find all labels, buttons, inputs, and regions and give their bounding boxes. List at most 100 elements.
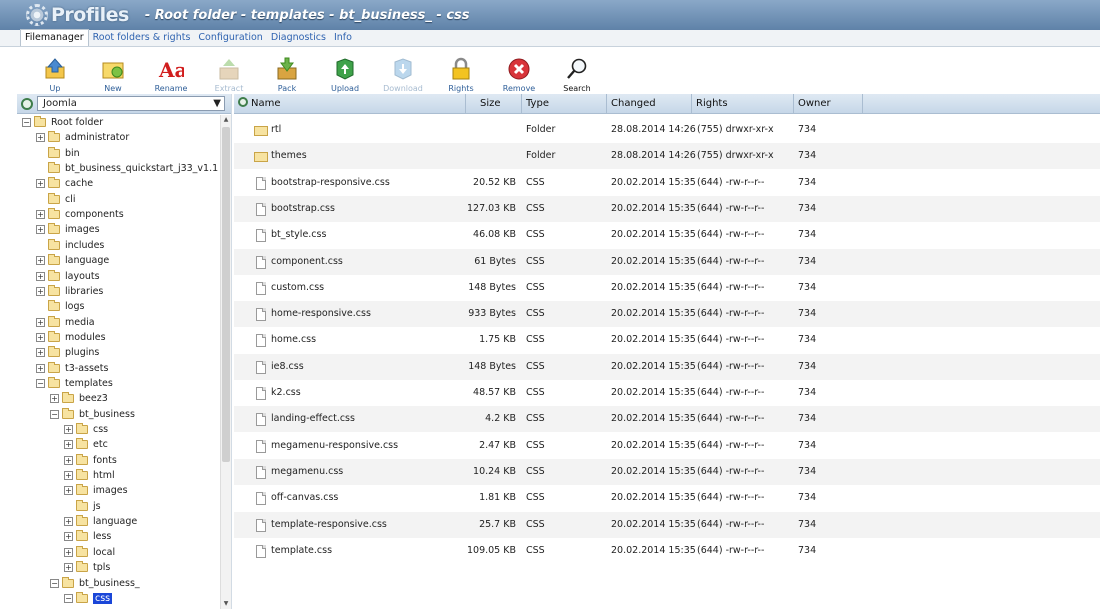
expand-icon[interactable]: + [36, 348, 45, 358]
rights-button[interactable]: Rights [432, 49, 490, 93]
collapse-icon[interactable]: − [36, 378, 45, 388]
expand-icon[interactable]: + [50, 394, 59, 404]
tree-node[interactable]: + administrator [36, 130, 129, 145]
column-header-rights[interactable]: Rights [692, 94, 794, 114]
column-header-name[interactable]: Name [234, 94, 466, 114]
table-row[interactable]: bootstrap.css 127.03 KB CSS 20.02.2014 15:3… [234, 195, 1100, 222]
tree-node[interactable]: + media [36, 315, 95, 330]
tree-node[interactable]: bin [36, 146, 80, 161]
root-select[interactable]: Joomla ▼ [37, 96, 225, 111]
tree-node[interactable]: + layouts [36, 269, 100, 284]
tree-node[interactable]: + modules [36, 330, 106, 345]
tree-node[interactable]: − templates [36, 376, 113, 391]
pack-button[interactable]: Pack [258, 49, 316, 93]
tree-node[interactable]: − bt_business_ [50, 576, 140, 591]
table-row[interactable]: bt_style.css 46.08 KB CSS 20.02.2014 15:35(… [234, 222, 1100, 248]
expand-icon[interactable]: + [64, 471, 73, 481]
tree-scrollbar[interactable]: ▲ ▼ [220, 115, 231, 609]
tree-node[interactable]: logs [36, 299, 84, 314]
table-row[interactable]: rtl Folder 28.08.2014 14:26 (755) drwxr-xr-… [234, 117, 1100, 143]
expand-icon[interactable]: + [64, 517, 73, 527]
expand-icon[interactable]: + [64, 563, 73, 573]
tree-node[interactable]: + images [64, 483, 128, 498]
tree-node[interactable]: + libraries [36, 284, 103, 299]
expand-icon[interactable]: + [64, 486, 73, 496]
column-header-type[interactable]: Type [522, 94, 607, 114]
tree-node[interactable]: − bt_business [50, 407, 135, 422]
tree-node[interactable]: includes [36, 238, 104, 253]
up-button[interactable]: Up [26, 49, 84, 93]
tree-node[interactable]: + components [36, 207, 124, 222]
table-row[interactable]: home-responsive.css 933 Bytes CSS 20.02.201… [234, 301, 1100, 328]
tab-info[interactable]: Info [330, 30, 356, 46]
expand-icon[interactable]: + [36, 332, 45, 342]
refresh-icon[interactable] [238, 97, 248, 107]
tree-node[interactable]: bt_business_quickstart_j33_v1.1 [36, 161, 218, 176]
collapse-icon[interactable]: − [50, 578, 59, 588]
scroll-down-icon[interactable]: ▼ [222, 600, 230, 608]
tree-node[interactable]: + tpls [64, 560, 110, 575]
expand-icon[interactable]: + [36, 256, 45, 266]
expand-icon[interactable]: + [64, 425, 73, 434]
tree-node[interactable]: + cache [36, 176, 93, 191]
expand-icon[interactable]: + [64, 455, 73, 465]
column-header-owner[interactable]: Owner [794, 94, 863, 114]
table-row[interactable]: themes Folder 28.08.2014 14:26 (755) drwxr-… [234, 143, 1100, 170]
download-button[interactable]: Download [374, 49, 432, 93]
search-button[interactable]: Search [548, 49, 606, 93]
refresh-icon[interactable] [21, 97, 33, 110]
tree-node[interactable]: + language [36, 253, 109, 268]
table-row[interactable]: landing-effect.css 4.2 KB CSS 20.02.2014 15… [234, 406, 1100, 433]
tab-configuration[interactable]: Configuration [194, 30, 266, 46]
tree-node[interactable]: + css [64, 422, 108, 437]
tab-root-folders-rights[interactable]: Root folders & rights [89, 30, 195, 46]
table-row[interactable]: off-canvas.css 1.81 KB CSS 20.02.2014 15:35… [234, 485, 1100, 511]
new-folder-button[interactable]: New [84, 49, 142, 93]
scroll-up-icon[interactable]: ▲ [222, 116, 230, 124]
tree-node[interactable]: + html [64, 468, 115, 483]
table-row[interactable]: ie8.css 148 Bytes CSS 20.02.2014 15:35 (644)… [234, 353, 1100, 380]
table-row[interactable]: megamenu.css 10.24 KB CSS 20.02.2014 15:35(… [234, 458, 1100, 485]
tree-node[interactable]: + t3-assets [36, 361, 108, 376]
expand-icon[interactable]: + [36, 179, 45, 189]
tree-node[interactable]: + images [36, 222, 100, 237]
upload-button[interactable]: Upload [316, 49, 374, 93]
tree-node[interactable]: + language [64, 514, 137, 529]
tree-node[interactable]: − Root folder [22, 115, 103, 130]
expand-icon[interactable]: + [36, 317, 45, 327]
table-row[interactable]: bootstrap-responsive.css 20.52 KB CSS 20.02… [234, 170, 1100, 196]
column-header-changed[interactable]: Changed [607, 94, 692, 114]
tab-filemanager[interactable]: Filemanager [20, 29, 89, 46]
table-row[interactable]: template-responsive.css 25.7 KB CSS 20.02.2… [234, 511, 1100, 538]
expand-icon[interactable]: + [36, 286, 45, 296]
expand-icon[interactable]: + [36, 271, 45, 281]
collapse-icon[interactable]: − [64, 593, 73, 603]
table-row[interactable]: k2.css 48.57 KB CSS 20.02.2014 15:35 (644) -… [234, 380, 1100, 406]
tree-node[interactable]: + less [64, 529, 111, 544]
tree-node[interactable]: − css [64, 591, 113, 606]
table-row[interactable]: custom.css 148 Bytes CSS 20.02.2014 15:35 (6… [234, 275, 1100, 301]
extract-button[interactable]: Extract [200, 49, 258, 93]
tree-node[interactable]: + beez3 [50, 391, 108, 406]
scroll-thumb[interactable] [222, 127, 230, 462]
tree-node[interactable]: + plugins [36, 345, 99, 360]
column-header-size[interactable]: Size [466, 94, 522, 114]
expand-icon[interactable]: + [36, 363, 45, 373]
remove-button[interactable]: Remove [490, 49, 548, 93]
table-row[interactable]: megamenu-responsive.css 2.47 KB CSS 20.02.2… [234, 433, 1100, 459]
tree-node[interactable]: js [64, 499, 101, 514]
table-row[interactable]: home.css 1.75 KB CSS 20.02.2014 15:35 (644) … [234, 327, 1100, 353]
tree-node[interactable]: cli [36, 192, 76, 207]
tree-node[interactable]: + etc [64, 437, 108, 452]
tab-diagnostics[interactable]: Diagnostics [267, 30, 330, 46]
tree-node[interactable]: + local [64, 545, 115, 560]
tree-node[interactable]: + fonts [64, 453, 117, 468]
table-row[interactable]: template.css 109.05 KB CSS 20.02.2014 15:35… [234, 538, 1100, 564]
expand-icon[interactable]: + [36, 225, 45, 235]
rename-button[interactable]: Aa Rename [142, 49, 200, 93]
collapse-icon[interactable]: − [22, 118, 31, 127]
expand-icon[interactable]: + [36, 210, 45, 220]
expand-icon[interactable]: + [64, 532, 73, 542]
expand-icon[interactable]: + [64, 547, 73, 557]
expand-icon[interactable]: + [64, 440, 73, 450]
